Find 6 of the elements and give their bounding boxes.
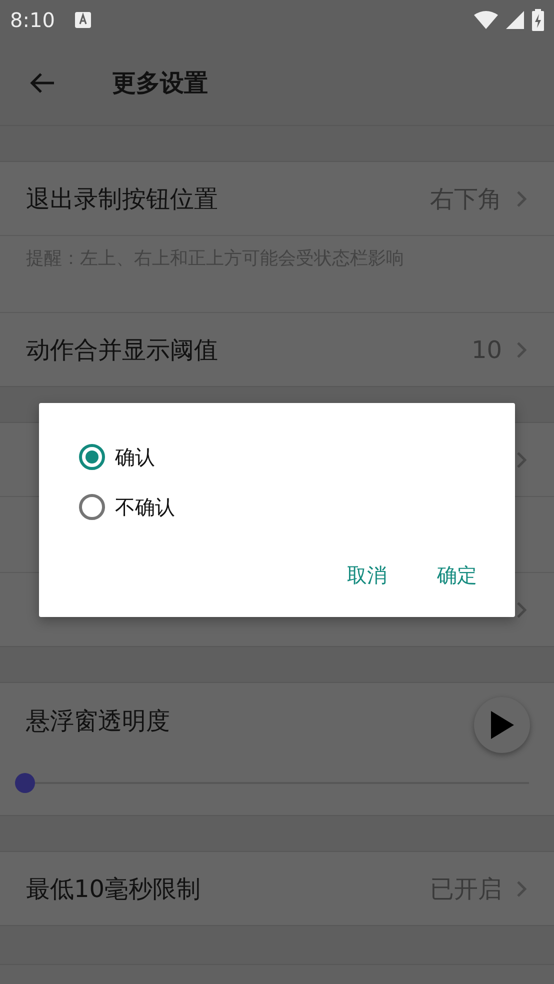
setting-title: 动作合并显示阈值: [26, 334, 218, 366]
page-title: 更多设置: [112, 68, 208, 98]
setting-title: 悬浮窗透明度: [26, 706, 170, 737]
setting-title: 最低10毫秒限制: [26, 874, 201, 904]
status-time: 8:10: [10, 8, 55, 32]
setting-title: 退出录制按钮位置: [26, 184, 218, 214]
